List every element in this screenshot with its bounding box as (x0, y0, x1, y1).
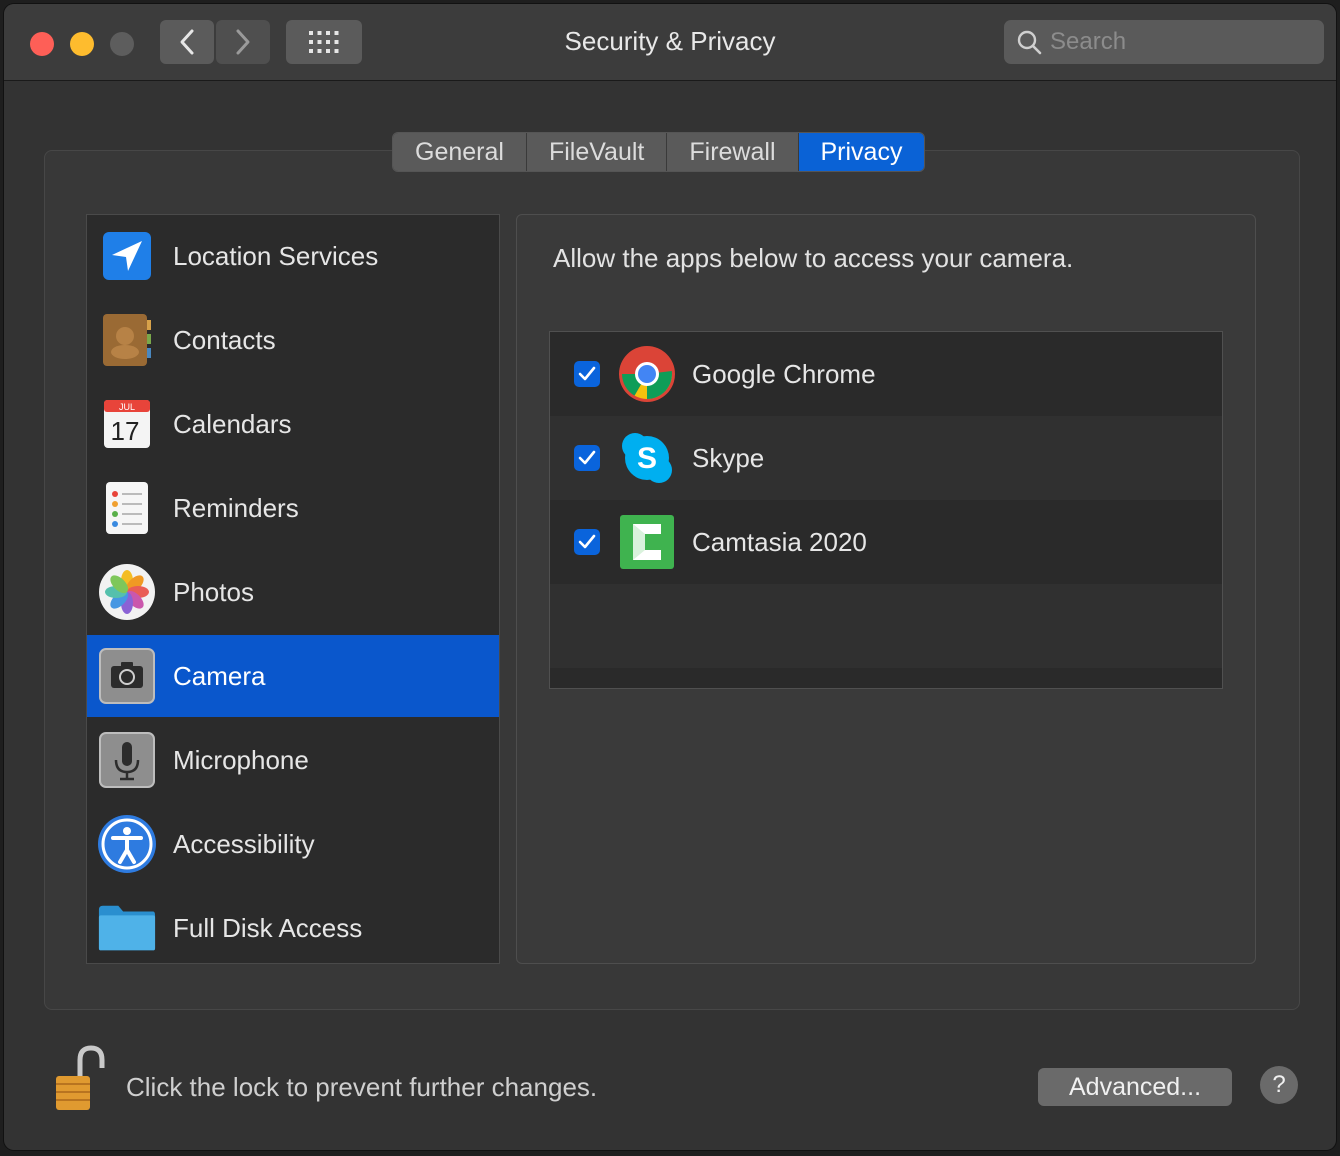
sidebar-item-label: Photos (173, 576, 254, 607)
app-row-skype[interactable]: S Skype (550, 416, 1222, 500)
help-button[interactable]: ? (1260, 1066, 1298, 1104)
app-checkbox[interactable] (574, 361, 600, 387)
sidebar-item-label: Accessibility (173, 828, 315, 859)
calendar-icon: JUL 17 (97, 394, 157, 454)
empty-list-row (550, 584, 1222, 668)
tab-bar: General FileVault Firewall Privacy (392, 132, 926, 172)
sidebar-item-label: Camera (173, 660, 266, 691)
privacy-category-list[interactable]: Location Services Contacts JUL 17 Calend… (86, 214, 500, 964)
security-privacy-window: Security & Privacy General FileVault Fir… (4, 4, 1336, 1150)
app-permission-list[interactable]: Google Chrome S Skype Camtasia 2020 (549, 331, 1223, 689)
photos-flower-icon (97, 562, 157, 622)
sidebar-item-microphone[interactable]: Microphone (87, 719, 499, 801)
sidebar-item-label: Microphone (173, 744, 309, 775)
panel-description: Allow the apps below to access your came… (553, 243, 1074, 273)
sidebar-item-full-disk-access[interactable]: Full Disk Access (87, 887, 499, 969)
sidebar-item-camera[interactable]: Camera (87, 635, 499, 717)
checkmark-icon (578, 450, 596, 465)
camera-permission-panel: Allow the apps below to access your came… (516, 214, 1256, 964)
chrome-icon (618, 345, 676, 403)
search-icon (1016, 29, 1042, 55)
app-name: Camtasia 2020 (692, 526, 867, 557)
folder-icon (97, 898, 157, 958)
sidebar-item-label: Full Disk Access (173, 912, 363, 943)
app-name: Skype (692, 442, 765, 473)
checkmark-icon (578, 534, 596, 549)
sidebar-item-photos[interactable]: Photos (87, 551, 499, 633)
app-row-camtasia[interactable]: Camtasia 2020 (550, 500, 1222, 584)
sidebar-item-label: Reminders (173, 492, 299, 523)
tab-general[interactable]: General (393, 133, 527, 171)
titlebar: Security & Privacy (4, 4, 1336, 81)
checkmark-icon (578, 366, 596, 381)
calendar-day: 17 (111, 416, 140, 446)
svg-text:S: S (637, 442, 657, 475)
contacts-book-icon (97, 310, 157, 370)
app-checkbox[interactable] (574, 529, 600, 555)
camera-icon (97, 646, 157, 706)
sidebar-item-location-services[interactable]: Location Services (87, 215, 499, 297)
lock-status-text: Click the lock to prevent further change… (126, 1072, 598, 1102)
location-arrow-icon (97, 226, 157, 286)
sidebar-item-reminders[interactable]: Reminders (87, 467, 499, 549)
sidebar-item-accessibility[interactable]: Accessibility (87, 803, 499, 885)
sidebar-item-calendars[interactable]: JUL 17 Calendars (87, 383, 499, 465)
camtasia-icon (618, 513, 676, 571)
sidebar-item-contacts[interactable]: Contacts (87, 299, 499, 381)
reminders-list-icon (97, 478, 157, 538)
sidebar-item-label: Calendars (173, 408, 292, 439)
sidebar-item-label: Location Services (173, 240, 379, 271)
sidebar-item-label: Contacts (173, 324, 276, 355)
search-input[interactable] (1048, 27, 1312, 57)
search-field[interactable] (1004, 20, 1324, 64)
unlocked-padlock-icon[interactable] (50, 1044, 110, 1114)
microphone-icon (97, 730, 157, 790)
skype-icon: S (618, 429, 676, 487)
app-row-google-chrome[interactable]: Google Chrome (550, 332, 1222, 416)
app-name: Google Chrome (692, 358, 876, 389)
app-checkbox[interactable] (574, 445, 600, 471)
calendar-month: JUL (119, 402, 135, 412)
tab-privacy[interactable]: Privacy (798, 133, 925, 171)
advanced-button[interactable]: Advanced... (1038, 1068, 1232, 1106)
accessibility-icon (97, 814, 157, 874)
tab-firewall[interactable]: Firewall (667, 133, 799, 171)
tab-filevault[interactable]: FileVault (526, 133, 668, 171)
